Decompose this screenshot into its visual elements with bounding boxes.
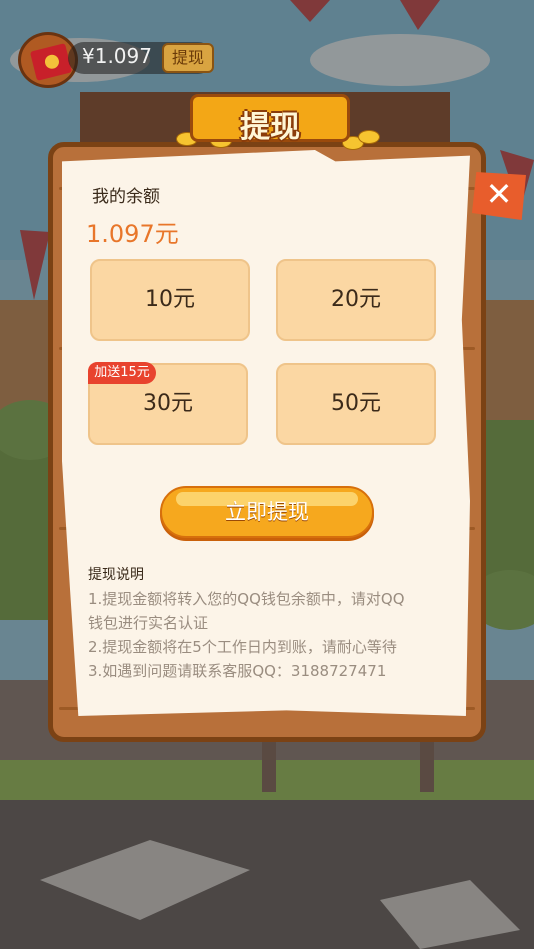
withdraw-now-button[interactable]: 立即提现	[160, 486, 374, 538]
amount-option-10[interactable]: 10元	[90, 259, 250, 341]
notes-line: 3.如遇到问题请联系客服QQ：3188727471	[88, 662, 387, 680]
notes-line: 2.提现金额将在5个工作日内到账，请耐心等待	[88, 638, 397, 656]
red-envelope-icon	[29, 43, 73, 81]
balance-value: 1.097元	[86, 220, 179, 248]
withdraw-now-label: 立即提现	[225, 500, 309, 524]
hud-balance: ¥1.097	[82, 44, 152, 68]
title-banner: 提现	[190, 88, 350, 150]
notes-line: 钱包进行实名认证	[88, 614, 209, 632]
notes-line: 1.提现金额将转入您的QQ钱包余额中，请对QQ	[88, 590, 405, 608]
dialog-title: 提现	[240, 110, 300, 145]
withdraw-notes: 提现说明 1.提现金额将转入您的QQ钱包余额中，请对QQ 钱包进行实名认证 2.…	[88, 563, 448, 683]
hud-withdraw-button[interactable]: 提现	[162, 43, 214, 73]
board-post-left	[262, 742, 276, 792]
amount-option-20[interactable]: 20元	[276, 259, 436, 341]
bonus-tag: 加送15元	[88, 362, 156, 384]
close-button[interactable]: ✕	[472, 172, 526, 220]
amount-option-50[interactable]: 50元	[276, 363, 436, 445]
notes-title: 提现说明	[88, 567, 144, 583]
top-hud: ¥1.097 提现	[16, 32, 216, 88]
close-icon: ✕	[485, 175, 513, 213]
balance-label: 我的余额	[92, 187, 160, 207]
coin-icon	[358, 130, 380, 144]
board-post-right	[420, 742, 434, 792]
